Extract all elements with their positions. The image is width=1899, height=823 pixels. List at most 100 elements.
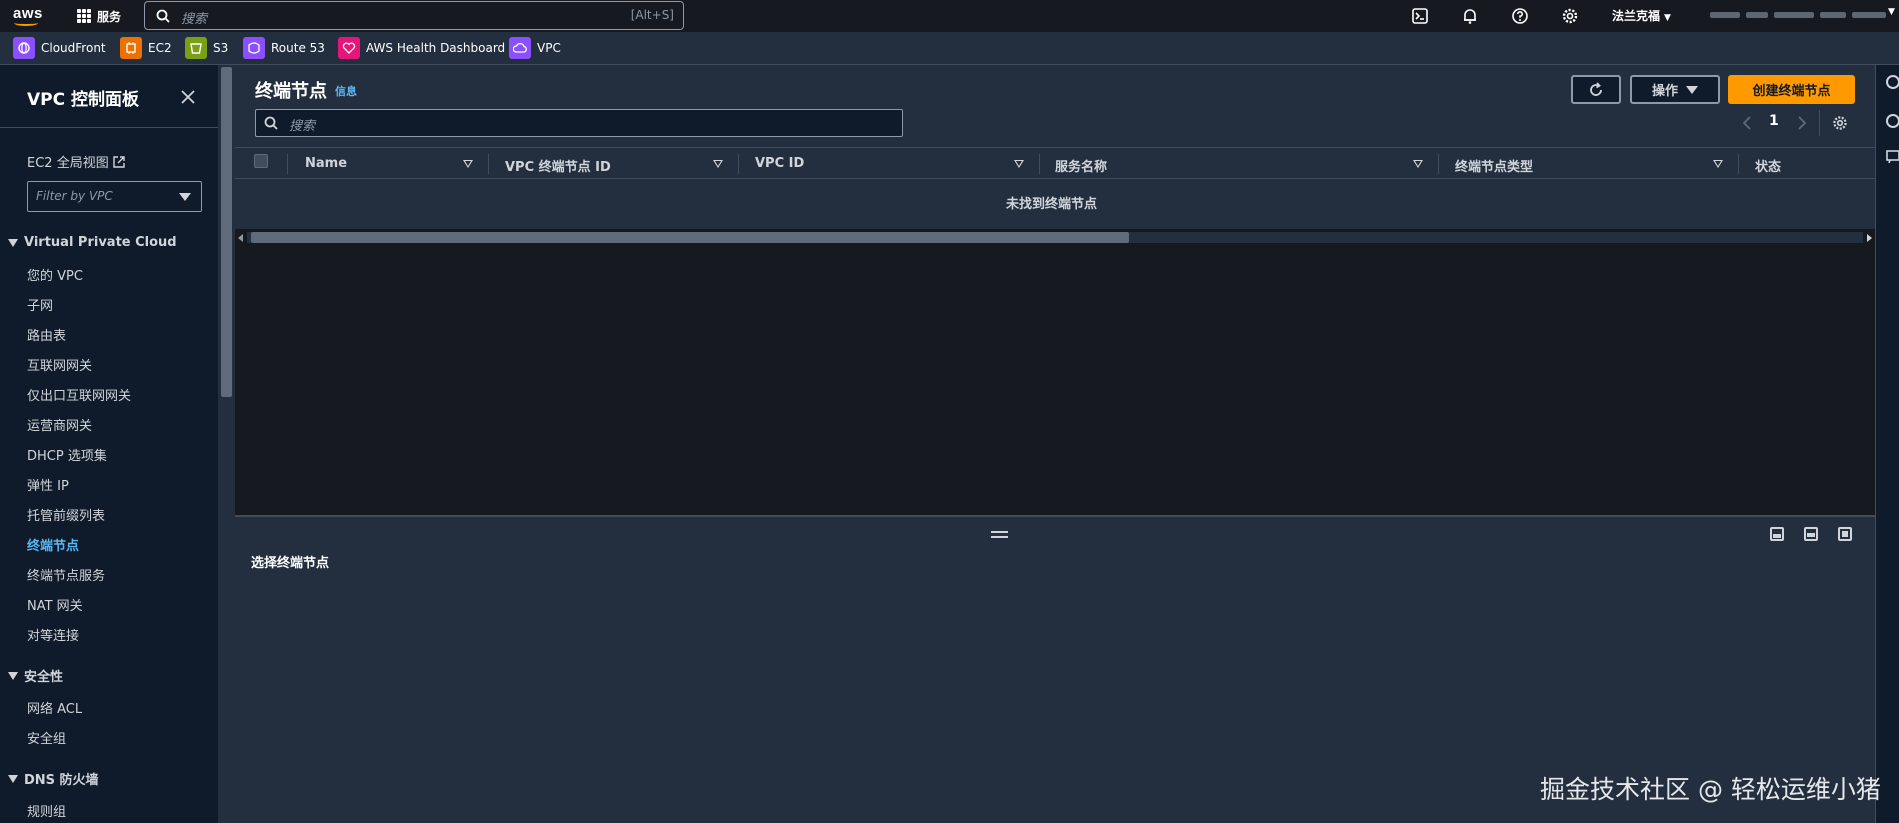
help-icon[interactable] [1511, 7, 1529, 25]
help-panel-icon[interactable] [1886, 114, 1899, 128]
info-link[interactable]: 信息 [335, 83, 357, 99]
column-divider[interactable] [1039, 154, 1040, 174]
sidebar-item-internet-gateways[interactable]: 互联网网关 [27, 355, 92, 374]
favorites-bar: CloudFront EC2 S3 Route 53 AWS Health Da… [0, 32, 1899, 65]
favorite-cloudfront[interactable]: CloudFront [13, 37, 106, 59]
page-number[interactable]: 1 [1769, 113, 1779, 129]
actions-dropdown-button[interactable]: 操作 [1630, 75, 1720, 104]
sidebar-item-prefix-lists[interactable]: 托管前缀列表 [27, 505, 105, 524]
section-dns-firewall[interactable]: DNS 防火墙 [8, 769, 99, 788]
account-menu-redacted[interactable] [1710, 9, 1888, 21]
panel-side-position-icon[interactable] [1804, 527, 1818, 541]
sidebar-item-route-tables[interactable]: 路由表 [27, 325, 66, 344]
sidebar-item-subnets[interactable]: 子网 [27, 295, 53, 314]
column-divider [287, 154, 288, 174]
section-virtual-private-cloud[interactable]: Virtual Private Cloud [8, 235, 177, 250]
services-menu-button[interactable]: 服务 [77, 6, 121, 26]
split-panel-title: 选择终端节点 [251, 556, 330, 571]
chevron-left-icon[interactable] [1741, 115, 1753, 131]
caret-down-icon [179, 193, 191, 201]
column-header-service-name[interactable]: 服务名称 [1055, 156, 1107, 175]
filter-placeholder: Filter by VPC [36, 189, 113, 203]
sidebar-item-carrier-gateways[interactable]: 运营商网关 [27, 415, 92, 434]
sidebar-item-network-acls[interactable]: 网络 ACL [27, 698, 82, 717]
sidebar-item-peering-connections[interactable]: 对等连接 [27, 625, 79, 644]
column-divider[interactable] [1738, 154, 1739, 174]
favorite-label: CloudFront [41, 41, 106, 55]
section-security[interactable]: 安全性 [8, 666, 63, 685]
right-tools-rail [1875, 65, 1899, 823]
favorite-s3[interactable]: S3 [185, 37, 228, 59]
column-header-endpoint-type[interactable]: 终端节点类型 [1455, 156, 1533, 175]
scroll-left-arrow-icon[interactable] [238, 234, 243, 242]
bell-icon[interactable] [1461, 7, 1479, 25]
ec2-global-view-link[interactable]: EC2 全局视图 [27, 152, 125, 171]
refresh-button[interactable] [1571, 75, 1621, 104]
page-title: 终端节点 [255, 81, 327, 102]
table-horizontal-scrollbar[interactable] [235, 229, 1875, 246]
table-preferences-gear-icon[interactable] [1832, 115, 1848, 131]
favorite-label: EC2 [148, 41, 172, 55]
sort-icon[interactable] [463, 160, 473, 168]
column-header-endpoint-id[interactable]: VPC 终端节点 ID [505, 156, 611, 175]
gear-icon[interactable] [1561, 7, 1579, 25]
aws-logo[interactable]: aws [12, 5, 46, 27]
favorite-health-dashboard[interactable]: AWS Health Dashboard [338, 37, 505, 59]
sidebar-item-nat-gateways[interactable]: NAT 网关 [27, 595, 83, 614]
sort-icon[interactable] [1413, 160, 1423, 168]
table-header: Name VPC 终端节点 ID VPC ID 服务名称 终端节点类型 状态 [235, 147, 1875, 179]
favorite-ec2[interactable]: EC2 [120, 37, 172, 59]
close-icon[interactable] [178, 87, 198, 107]
sidebar-item-dhcp-options[interactable]: DHCP 选项集 [27, 445, 107, 464]
cloudshell-icon[interactable] [1411, 7, 1429, 25]
section-title: Virtual Private Cloud [24, 235, 177, 250]
sort-icon[interactable] [713, 160, 723, 168]
create-endpoint-button[interactable]: 创建终端节点 [1728, 75, 1855, 104]
favorite-vpc[interactable]: VPC [509, 37, 561, 59]
ec2-icon [120, 37, 142, 59]
sidebar-item-security-groups[interactable]: 安全组 [27, 728, 66, 747]
vpc-filter-select[interactable]: Filter by VPC [27, 181, 202, 212]
sidebar-scrollbar[interactable] [218, 65, 235, 823]
feedback-icon[interactable] [1886, 150, 1899, 164]
sidebar-item-elastic-ips[interactable]: 弹性 IP [27, 475, 69, 494]
search-icon [156, 9, 170, 23]
caret-down-icon: ▼ [1664, 13, 1671, 23]
column-header-status[interactable]: 状态 [1755, 156, 1781, 175]
sidebar-title: VPC 控制面板 [27, 90, 140, 110]
column-divider[interactable] [1438, 154, 1439, 174]
select-all-checkbox[interactable] [254, 154, 268, 168]
panel-bottom-position-icon[interactable] [1770, 527, 1784, 541]
scrollbar-thumb[interactable] [251, 232, 1129, 243]
panel-fullscreen-icon[interactable] [1838, 527, 1852, 541]
caret-down-icon: ▼ [1888, 7, 1895, 17]
side-navigation: VPC 控制面板 EC2 全局视图 Filter by VPC Virtual … [0, 65, 218, 823]
column-header-name[interactable]: Name [305, 156, 347, 171]
scrollbar-thumb[interactable] [221, 67, 232, 397]
column-divider[interactable] [738, 154, 739, 174]
global-search-input[interactable]: 搜索 [Alt+S] [144, 1, 684, 30]
sidebar-item-endpoint-services[interactable]: 终端节点服务 [27, 565, 105, 584]
sidebar-item-your-vpcs[interactable]: 您的 VPC [27, 265, 83, 284]
external-link-icon [113, 156, 125, 168]
scroll-right-arrow-icon[interactable] [1867, 234, 1872, 242]
top-navigation: aws 服务 搜索 [Alt+S] 法兰克福 ▼ ▼ [0, 0, 1899, 32]
info-panel-icon[interactable] [1886, 75, 1899, 89]
column-divider[interactable] [488, 154, 489, 174]
sidebar-item-rule-groups[interactable]: 规则组 [27, 801, 66, 820]
favorite-route53[interactable]: Route 53 [243, 37, 325, 59]
region-label: 法兰克福 [1612, 9, 1661, 23]
search-placeholder: 搜索 [181, 12, 208, 27]
sidebar-item-endpoints[interactable]: 终端节点 [27, 535, 79, 554]
split-panel-drag-handle[interactable] [991, 531, 1008, 539]
sort-icon[interactable] [1713, 160, 1723, 168]
sidebar-item-egress-only-gateways[interactable]: 仅出口互联网网关 [27, 385, 131, 404]
column-header-vpc-id[interactable]: VPC ID [755, 156, 804, 171]
chevron-right-icon[interactable] [1796, 115, 1808, 131]
empty-table-message: 未找到终端节点 [1006, 197, 1098, 212]
refresh-icon [1590, 81, 1602, 96]
region-selector[interactable]: 法兰克福 ▼ [1612, 7, 1671, 24]
search-icon [264, 116, 278, 130]
endpoints-search-input[interactable]: 搜索 [255, 109, 903, 137]
sort-icon[interactable] [1014, 160, 1024, 168]
